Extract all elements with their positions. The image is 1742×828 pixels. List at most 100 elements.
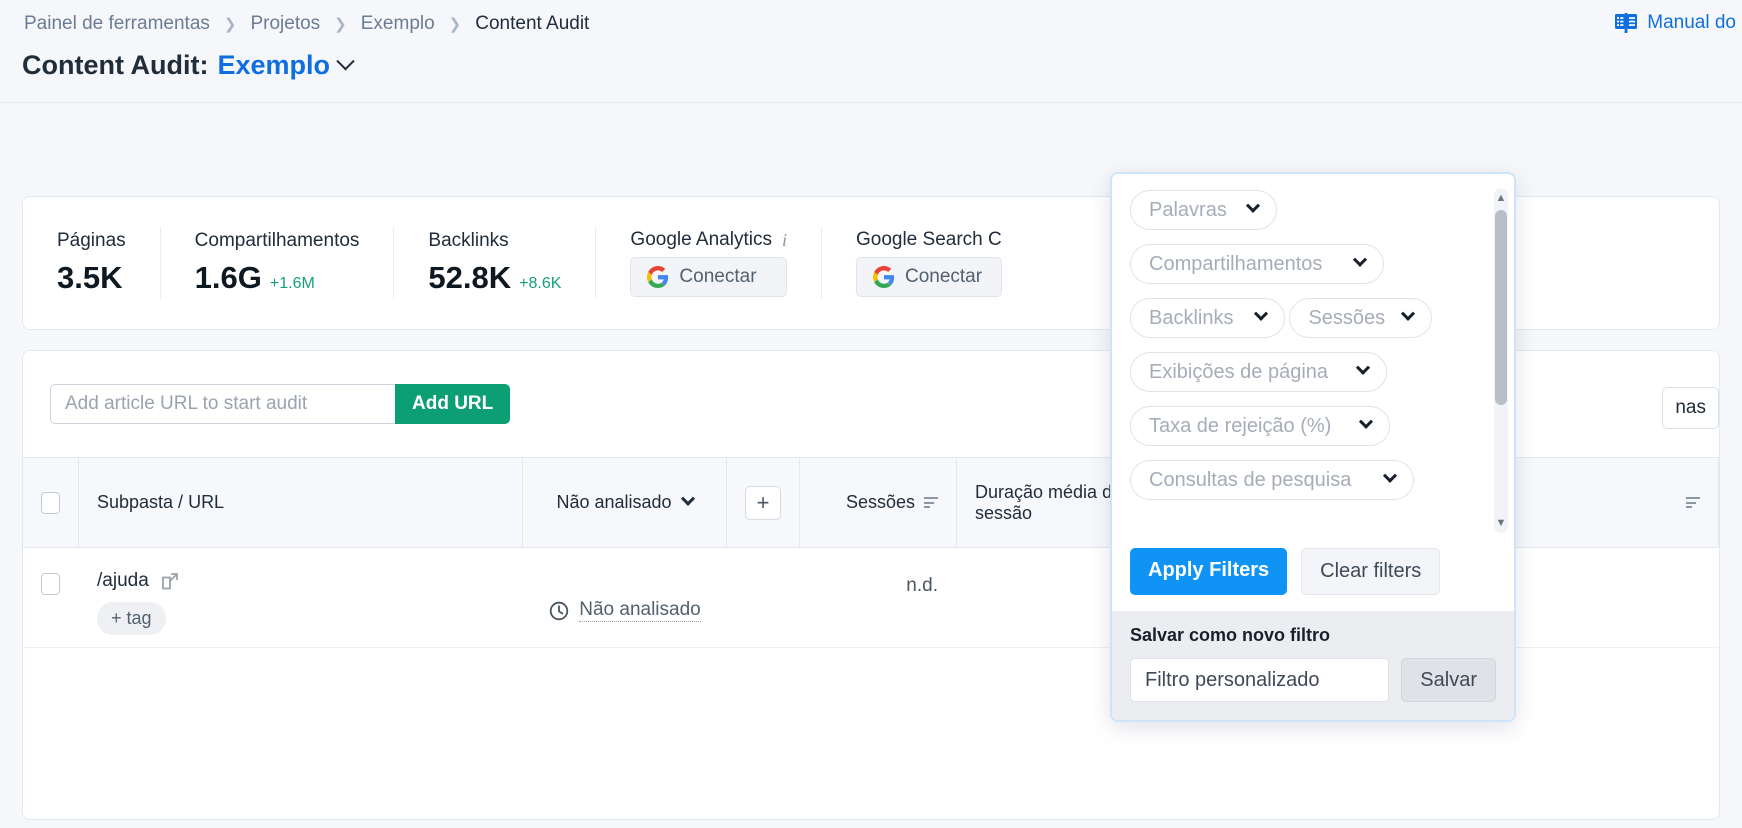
connect-google-analytics-button[interactable]: Conectar xyxy=(630,257,787,297)
column-header-subpasta-url[interactable]: Subpasta / URL xyxy=(79,458,523,547)
column-header-add-column: + xyxy=(727,458,800,547)
filter-name-input[interactable]: Filtro personalizado xyxy=(1130,658,1390,702)
filter-label: Exibições de página xyxy=(1149,360,1329,383)
scroll-down-icon[interactable]: ▼ xyxy=(1494,515,1508,531)
page-title: Content Audit: Exemplo xyxy=(22,50,355,81)
column-label: Sessões xyxy=(845,492,915,512)
filter-select-palavras[interactable]: Palavras xyxy=(1130,190,1277,230)
column-header-sessoes[interactable]: Sessões xyxy=(800,458,957,547)
app-root: Painel de ferramentas ❯ Projetos ❯ Exemp… xyxy=(0,0,1742,828)
clear-filters-button[interactable]: Clear filters xyxy=(1301,548,1441,595)
url-line: /ajuda xyxy=(97,570,180,592)
metric-label: Páginas xyxy=(57,230,126,251)
connect-label: Conectar xyxy=(904,266,983,287)
column-label: Não analisado xyxy=(556,492,672,512)
add-tag-button[interactable]: + tag xyxy=(97,602,166,635)
breadcrumb-item-content-audit[interactable]: Content Audit xyxy=(475,13,589,35)
filters-scrollbar[interactable]: ▲ ▼ xyxy=(1494,188,1508,533)
book-icon xyxy=(1615,13,1638,33)
metric-google-analytics: Google Analytics i Conectar xyxy=(596,227,822,299)
chevron-down-icon xyxy=(1245,198,1261,213)
breadcrumb-separator-icon: ❯ xyxy=(334,16,347,33)
manual-link[interactable]: Manual do xyxy=(1614,12,1736,34)
chevron-down-icon xyxy=(680,491,695,506)
save-filter-section: Salvar como novo filtro Filtro personali… xyxy=(1112,611,1514,720)
external-link-icon[interactable] xyxy=(160,571,180,591)
metric-label: Backlinks xyxy=(428,230,509,251)
url-text[interactable]: /ajuda xyxy=(97,570,149,592)
metric-paginas: Páginas 3.5K xyxy=(23,227,161,299)
sort-icon[interactable] xyxy=(1686,497,1700,508)
filters-scroll-area: Palavras Compartilhamentos Backlinks Ses… xyxy=(1112,174,1514,538)
row-checkbox[interactable] xyxy=(41,573,60,595)
breadcrumb-separator-icon: ❯ xyxy=(448,16,462,33)
metric-value-wrap: 52.8K +8.6K xyxy=(428,260,561,296)
save-filter-title: Salvar como novo filtro xyxy=(1130,625,1331,645)
metric-label-wrap: Google Analytics i xyxy=(630,229,787,251)
metric-value: 1.6G xyxy=(194,260,262,295)
scroll-up-icon[interactable]: ▲ xyxy=(1494,190,1508,206)
chevron-down-icon[interactable] xyxy=(336,52,355,71)
cell-subpasta-url: /ajuda + tag xyxy=(79,548,523,647)
filter-select-sessoes[interactable]: Sessões xyxy=(1289,298,1433,338)
metric-value: 52.8K xyxy=(428,260,512,295)
connect-google-search-console-button[interactable]: Conectar xyxy=(855,257,1002,297)
select-all-checkbox[interactable] xyxy=(41,491,60,514)
manual-link-label: Manual do xyxy=(1647,12,1736,33)
clock-icon xyxy=(550,601,569,620)
metric-value-wrap: 3.5K xyxy=(57,260,126,296)
metric-compartilhamentos: Compartilhamentos 1.6G +1.6M xyxy=(161,227,395,299)
status-badge[interactable]: Não analisado xyxy=(548,548,701,647)
filter-select-compartilhamentos[interactable]: Compartilhamentos xyxy=(1130,244,1384,284)
page-header: Painel de ferramentas ❯ Projetos ❯ Exemp… xyxy=(0,0,1742,103)
apply-filters-button[interactable]: Apply Filters xyxy=(1130,548,1288,595)
metric-value: 3.5K xyxy=(57,260,123,295)
connect-label: Conectar xyxy=(679,266,757,287)
page-title-prefix: Content Audit: xyxy=(22,50,209,80)
filter-select-backlinks[interactable]: Backlinks xyxy=(1130,298,1285,338)
google-icon xyxy=(647,266,669,288)
page-title-project[interactable]: Exemplo xyxy=(217,50,330,81)
google-icon xyxy=(872,266,895,288)
column-label: Subpasta / URL xyxy=(97,492,225,512)
filter-label: Consultas de pesquisa xyxy=(1149,468,1352,491)
filter-label: Palavras xyxy=(1149,198,1227,221)
info-icon[interactable]: i xyxy=(782,230,787,251)
cell-status: Não analisado xyxy=(523,548,727,647)
filter-select-exibicoes-de-pagina[interactable]: Exibições de página xyxy=(1130,352,1387,392)
filter-label: Backlinks xyxy=(1149,306,1234,329)
add-url-button[interactable]: Add URL xyxy=(395,384,511,424)
filter-label: Taxa de rejeição (%) xyxy=(1149,414,1332,437)
filters-actions: Apply Filters Clear filters xyxy=(1112,538,1514,611)
breadcrumb-item-example[interactable]: Exemplo xyxy=(361,13,435,35)
filter-label: Compartilhamentos xyxy=(1149,252,1323,275)
save-filter-row: Filtro personalizado Salvar xyxy=(1130,658,1496,702)
columns-button[interactable]: nas xyxy=(1662,387,1719,429)
chevron-down-icon xyxy=(1352,252,1368,267)
filter-select-consultas-de-pesquisa[interactable]: Consultas de pesquisa xyxy=(1130,460,1414,500)
sort-icon[interactable] xyxy=(924,497,938,508)
metric-label: Google Analytics xyxy=(630,229,772,250)
column-header-status[interactable]: Não analisado xyxy=(523,458,727,547)
add-column-button[interactable]: + xyxy=(745,485,781,520)
select-all-cell xyxy=(23,458,79,547)
chevron-down-icon xyxy=(1401,306,1416,321)
metric-delta: +8.6K xyxy=(519,275,562,292)
metric-label: Compartilhamentos xyxy=(194,230,360,251)
metric-google-search-console: Google Search C Conectar xyxy=(822,227,1036,299)
chevron-down-icon xyxy=(1253,306,1269,321)
status-label: Não analisado xyxy=(579,599,701,622)
filter-label: Sessões xyxy=(1308,306,1386,329)
breadcrumb: Painel de ferramentas ❯ Projetos ❯ Exemp… xyxy=(24,13,589,35)
save-filter-button[interactable]: Salvar xyxy=(1401,658,1496,702)
cell-spacer xyxy=(727,548,800,647)
filter-select-taxa-de-rejeicao[interactable]: Taxa de rejeição (%) xyxy=(1130,406,1390,446)
breadcrumb-item-dashboard[interactable]: Painel de ferramentas xyxy=(24,13,210,35)
metric-label: Google Search C xyxy=(855,229,1002,250)
add-url-input[interactable]: Add article URL to start audit xyxy=(50,384,395,424)
breadcrumb-item-projects[interactable]: Projetos xyxy=(250,13,320,35)
chevron-down-icon xyxy=(1355,360,1371,375)
chevron-down-icon xyxy=(1382,468,1398,483)
scrollbar-thumb[interactable] xyxy=(1495,210,1507,405)
metric-delta: +1.6M xyxy=(269,275,315,292)
